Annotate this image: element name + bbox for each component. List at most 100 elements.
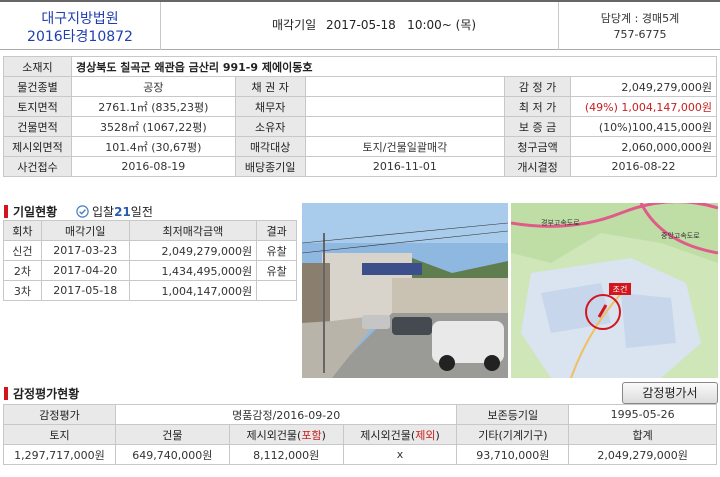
header-prefix: 제시외건물( [246, 428, 302, 442]
price-cell: 1,434,495,000원 [128, 260, 258, 281]
property-photo[interactable] [302, 203, 508, 378]
auction-date-value: 2017-05-18 10:00~ (목) [326, 18, 477, 32]
other-value: 93,710,000원 [456, 444, 570, 465]
section-marker [4, 205, 8, 218]
info-value [304, 116, 506, 137]
info-row: 제시외면적 101.4㎡ (30,67평) 매각대상 토지/건물일괄매각 청구금… [3, 136, 717, 157]
info-value [304, 76, 506, 97]
map-road-label: 중앙고속도로 [661, 232, 700, 240]
auction-date-label: 매각기일 [272, 18, 317, 32]
appraisal-title: 감정평가현황 [4, 385, 79, 402]
info-label: 채무자 [234, 96, 306, 117]
property-info-table: 소재지 경상북도 칠곡군 왜관읍 금산리 991-9 제에이동호 물건종별 공장… [3, 56, 718, 177]
info-row: 토지면적 2761.1㎡ (835,23평) 채무자 최 저 가 (49%) 1… [3, 96, 717, 117]
history-title: 기일현황 [4, 203, 57, 220]
bid-days: 21 [114, 204, 131, 219]
checkmark-circle-icon [76, 205, 89, 218]
info-label: 사건접수 [3, 156, 72, 177]
claim-amount: 2,060,000,000원 [570, 136, 717, 157]
other-header: 기타(기계기구) [456, 424, 570, 445]
date-cell: 2017-04-20 [40, 260, 130, 281]
address-value: 경상북도 칠곡군 왜관읍 금산리 991-9 제에이동호 [70, 56, 718, 77]
map-road-label: 경부고속도로 [541, 218, 580, 227]
info-label: 토지면적 [3, 96, 72, 117]
land-value: 1,297,717,000원 [3, 444, 116, 465]
total-header: 합계 [568, 424, 717, 445]
price-cell: 2,049,279,000원 [128, 240, 258, 261]
date-cell: 2017-03-23 [40, 240, 130, 261]
header-close: ) [321, 428, 326, 442]
info-label: 개시결정 [504, 156, 572, 177]
registration-value: 1995-05-26 [568, 404, 717, 425]
officer-phone: 757-6775 [613, 28, 667, 41]
bid-suffix: 일전 [130, 205, 153, 219]
officer-info: 담당계 : 경매5계 [600, 12, 680, 25]
building-value: 649,740,000원 [114, 444, 230, 465]
info-label: 물건종별 [3, 76, 72, 97]
included-value: 8,112,000원 [228, 444, 344, 465]
info-row: 물건종별 공장 채 권 자 감 정 가 2,049,279,000원 [3, 76, 717, 97]
table-row: 1,297,717,000원 649,740,000원 8,112,000원 x… [3, 444, 717, 465]
info-label: 보 증 금 [504, 116, 572, 137]
header-bar: 대구지방법원 2016타경10872 매각기일 2017-05-18 10:00… [0, 0, 720, 50]
info-label: 매각대상 [234, 136, 306, 157]
info-label: 감 정 가 [504, 76, 572, 97]
table-row: 2차 2017-04-20 1,434,495,000원 유찰 [3, 260, 297, 281]
included-tag: 포함 [301, 428, 322, 442]
registration-label: 보존등기일 [456, 404, 570, 425]
info-value: 공장 [70, 76, 236, 97]
info-value: 2016-11-01 [304, 156, 506, 177]
bid-prefix: 입찰 [92, 205, 115, 219]
map-marker-label: 조건 [613, 284, 628, 294]
info-value: 101.4㎡ (30,67평) [70, 136, 236, 157]
address-label: 소재지 [3, 56, 72, 77]
info-value [304, 96, 506, 117]
header-divider-right [558, 2, 559, 50]
info-label: 건물면적 [3, 116, 72, 137]
round-cell: 3차 [3, 280, 42, 301]
court-name: 대구지방법원 [41, 11, 119, 27]
info-label: 청구금액 [504, 136, 572, 157]
price-cell: 1,004,147,000원 [128, 280, 258, 301]
case-number: 2016타경10872 [27, 29, 133, 45]
excluded-tag: 제외 [415, 428, 436, 442]
appraisal-table: 감정평가 명품감정/2016-09-20 보존등기일 1995-05-26 토지… [3, 404, 717, 465]
history-header: 결과 [256, 220, 297, 241]
info-value: 토지/건물일괄매각 [304, 136, 506, 157]
info-label: 제시외면적 [3, 136, 72, 157]
appraisal-value: 명품감정/2016-09-20 [114, 404, 458, 425]
auction-date: 매각기일 2017-05-18 10:00~ (목) [272, 16, 476, 33]
extra-building-included-header: 제시외건물(포함) [228, 424, 344, 445]
excluded-value: x [342, 444, 458, 465]
appraisal-report-button[interactable]: 감정평가서 [622, 382, 718, 404]
info-row: 사건접수 2016-08-19 배당종기일 2016-11-01 개시결정 20… [3, 156, 717, 177]
info-label: 채 권 자 [234, 76, 306, 97]
land-header: 토지 [3, 424, 116, 445]
history-header: 매각기일 [40, 220, 130, 241]
round-cell: 신건 [3, 240, 42, 261]
table-row: 3차 2017-05-18 1,004,147,000원 [3, 280, 297, 301]
table-row: 신건 2017-03-23 2,049,279,000원 유찰 [3, 240, 297, 261]
info-label: 배당종기일 [234, 156, 306, 177]
history-title-text: 기일현황 [13, 205, 58, 219]
appraisal-title-text: 감정평가현황 [13, 387, 80, 401]
auction-history-table: 회차 매각기일 최저매각금액 결과 신건 2017-03-23 2,049,27… [3, 220, 297, 301]
info-value: 2761.1㎡ (835,23평) [70, 96, 236, 117]
history-header: 회차 [3, 220, 42, 241]
info-value: 2016-08-22 [570, 156, 717, 177]
result-cell [256, 280, 297, 301]
extra-building-excluded-header: 제시외건물(제외) [342, 424, 458, 445]
header-prefix: 제시외건물( [360, 428, 416, 442]
info-row: 건물면적 3528㎡ (1067,22평) 소유자 보 증 금 (10%)100… [3, 116, 717, 137]
section-marker [4, 387, 8, 400]
header-divider-left [160, 2, 161, 50]
info-label: 최 저 가 [504, 96, 572, 117]
appraisal-label: 감정평가 [3, 404, 116, 425]
minimum-price: (49%) 1,004,147,000원 [570, 96, 717, 117]
location-map[interactable]: 조건 경부고속도로 중앙고속도로 [511, 203, 718, 378]
result-cell: 유찰 [256, 260, 297, 281]
info-label: 소유자 [234, 116, 306, 137]
result-cell: 유찰 [256, 240, 297, 261]
total-value: 2,049,279,000원 [568, 444, 717, 465]
history-header: 최저매각금액 [128, 220, 258, 241]
